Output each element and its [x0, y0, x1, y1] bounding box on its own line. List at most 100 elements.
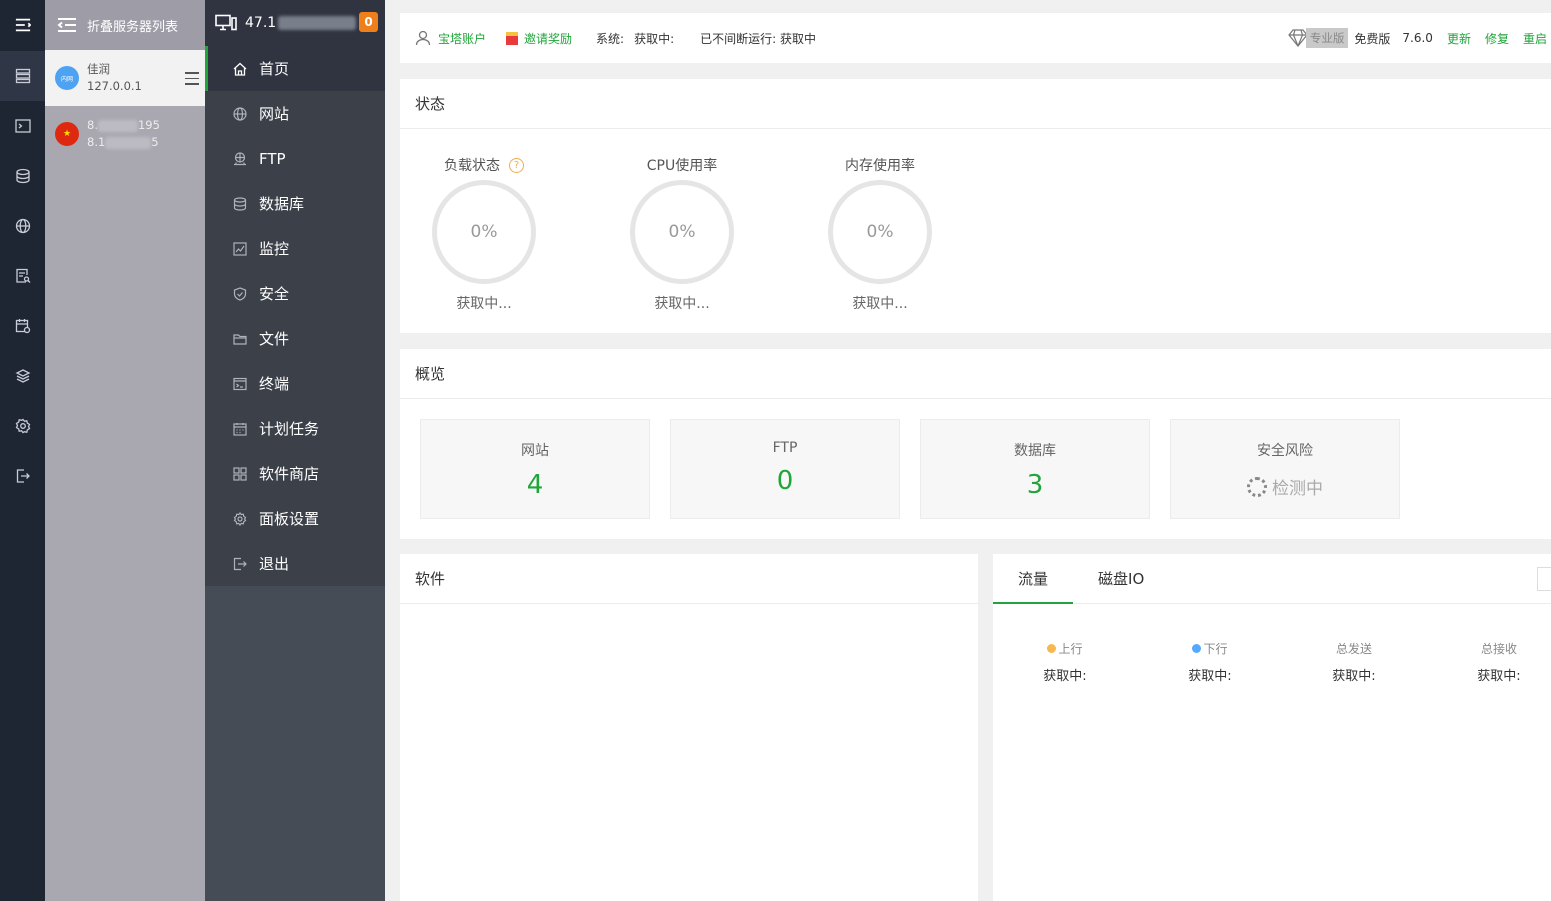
gift-icon: [506, 31, 519, 45]
uptime-text: 已不间断运行: 获取中: [700, 31, 816, 46]
server-item[interactable]: 内网 佳润 127.0.0.1: [45, 50, 205, 106]
server-menu-icon[interactable]: [185, 72, 199, 89]
globe-icon: [233, 106, 247, 121]
software-card: 软件: [400, 554, 978, 901]
status-card: 状态 负载状态 ? 0% 获取中... CPU使用率 0% 获取中... 内存使…: [400, 79, 1551, 333]
restart-link[interactable]: 重启: [1523, 30, 1547, 47]
nav-label: 首页: [259, 60, 290, 78]
nav-label: 安全: [259, 285, 290, 303]
nav-header: 47.1 0: [205, 0, 385, 46]
repair-link[interactable]: 修复: [1485, 30, 1509, 47]
overview-label: 安全风险: [1257, 443, 1313, 459]
downstream-dot-icon: [1192, 644, 1202, 653]
shield-icon: [233, 286, 247, 301]
system-label: 系统:: [596, 31, 625, 46]
stat-value: 获取中:: [1477, 669, 1521, 684]
overview-count: 3: [1026, 470, 1044, 500]
home-icon: [233, 62, 247, 76]
memory-gauge[interactable]: 内存使用率 0% 获取中...: [800, 155, 960, 313]
stat-label: 上行: [1058, 642, 1083, 656]
nav-item-software-store[interactable]: 软件商店: [205, 451, 385, 496]
server-item[interactable]: ★ 8. 195 8.1 5: [45, 106, 205, 162]
collapse-list-icon: [57, 18, 76, 32]
invite-reward-link[interactable]: 邀请奖励: [506, 30, 572, 47]
user-icon: [415, 30, 431, 46]
gauge-label: 内存使用率: [845, 158, 915, 174]
nav-item-website[interactable]: 网站: [205, 91, 385, 136]
server-avatar: 内网: [55, 66, 79, 90]
load-gauge[interactable]: 负载状态 ? 0% 获取中...: [404, 155, 564, 313]
nav-item-cron[interactable]: 计划任务: [205, 406, 385, 451]
terminal-icon: [233, 377, 247, 390]
nav-label: 终端: [259, 375, 290, 393]
icon-rail: [0, 0, 45, 901]
gauge-label: CPU使用率: [646, 158, 718, 174]
overview-database[interactable]: 数据库 3: [920, 419, 1150, 519]
status-title: 状态: [400, 79, 1551, 129]
nav-label: 网站: [259, 105, 290, 123]
overview-label: FTP: [772, 440, 798, 456]
system-value: 获取中:: [634, 31, 675, 46]
gear-icon[interactable]: [0, 401, 45, 451]
task-settings-icon[interactable]: [0, 301, 45, 351]
message-badge[interactable]: 0: [359, 12, 378, 32]
main-nav: 47.1 0 首页 网站 FTP 数据库 监控 安全 文件 终端 计划任务 软件…: [205, 0, 385, 901]
overview-security-risk[interactable]: 安全风险 检测中: [1170, 419, 1400, 519]
tab-disk-io[interactable]: 磁盘IO: [1073, 554, 1169, 604]
pro-edition-badge[interactable]: 专业版: [1288, 28, 1349, 48]
overview-ftp[interactable]: FTP 0: [670, 419, 900, 519]
gauge-status: 获取中...: [654, 296, 710, 312]
stat-label: 总发送: [1335, 642, 1372, 656]
ftp-icon: [234, 151, 246, 165]
overview-label: 数据库: [1014, 443, 1056, 459]
china-flag-icon: ★: [55, 122, 79, 146]
nav-item-monitor[interactable]: 监控: [205, 226, 385, 271]
layers-icon[interactable]: [0, 351, 45, 401]
free-edition-label: 免费版: [1354, 31, 1391, 46]
gauge-ring: 0%: [630, 180, 734, 284]
nav-label: 计划任务: [259, 420, 320, 438]
host-address-blur: [278, 16, 357, 30]
pro-label: 专业版: [1305, 28, 1349, 48]
version-number: 7.6.0: [1402, 31, 1433, 45]
database-icon[interactable]: [0, 151, 45, 201]
server-ip: 127.0.0.1: [87, 79, 142, 93]
gauge-ring: 0%: [828, 180, 932, 284]
server-list-panel: 折叠服务器列表 内网 佳润 127.0.0.1 ★ 8. 195 8.1 5: [45, 0, 205, 901]
nav-item-database[interactable]: 数据库: [205, 181, 385, 226]
nav-label: 文件: [259, 330, 290, 348]
server-list-icon[interactable]: [0, 51, 45, 101]
log-search-icon[interactable]: [0, 251, 45, 301]
overview-website[interactable]: 网站 4: [420, 419, 650, 519]
nav-item-terminal[interactable]: 终端: [205, 361, 385, 406]
collapse-menu-icon[interactable]: [0, 0, 45, 50]
upstream-dot-icon: [1047, 644, 1057, 653]
nav-item-logout[interactable]: 退出: [205, 541, 385, 586]
overview-label: 网站: [521, 443, 549, 459]
gauge-status: 获取中...: [456, 296, 512, 312]
network-select[interactable]: [1537, 567, 1551, 591]
help-icon[interactable]: ?: [509, 157, 524, 173]
logout-icon[interactable]: [0, 451, 45, 501]
cpu-gauge[interactable]: CPU使用率 0% 获取中...: [602, 155, 762, 313]
server-list-title: 折叠服务器列表: [87, 19, 179, 35]
collapse-server-list-button[interactable]: 折叠服务器列表: [45, 0, 205, 50]
bt-account-link[interactable]: 宝塔账户: [415, 30, 486, 47]
globe-icon[interactable]: [0, 201, 45, 251]
nav-item-panel-settings[interactable]: 面板设置: [205, 496, 385, 541]
nav-item-security[interactable]: 安全: [205, 271, 385, 316]
update-link[interactable]: 更新: [1447, 30, 1471, 47]
nav-item-ftp[interactable]: FTP: [205, 136, 385, 181]
tab-traffic[interactable]: 流量: [993, 554, 1074, 604]
downstream-stat: 下行 获取中:: [1150, 640, 1270, 684]
nav-label: 监控: [259, 240, 290, 258]
stat-value: 获取中:: [1043, 669, 1087, 684]
gauge-ring: 0%: [432, 180, 536, 284]
invite-label: 邀请奖励: [524, 31, 573, 46]
terminal-icon[interactable]: [0, 101, 45, 151]
top-bar: 宝塔账户 邀请奖励 系统: 获取中: 已不间断运行: 获取中 专业版 免费版 7…: [400, 13, 1551, 63]
nav-item-home[interactable]: 首页: [205, 46, 385, 91]
nav-item-files[interactable]: 文件: [205, 316, 385, 361]
nav-label: 数据库: [259, 195, 305, 213]
traffic-card: 流量 磁盘IO 上行 获取中: 下行 获取中: 总发送 获取中: 总接收 获取中…: [993, 554, 1551, 901]
